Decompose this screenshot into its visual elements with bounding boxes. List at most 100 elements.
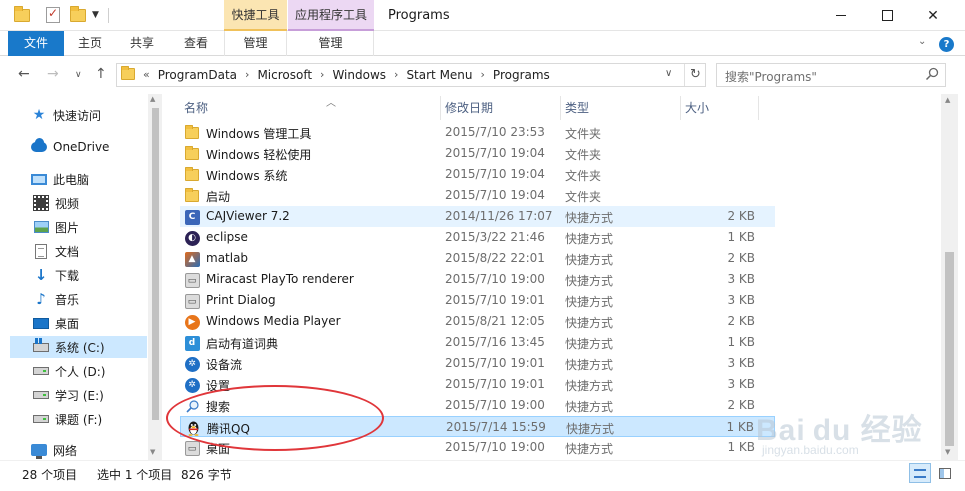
large-icons-view-button[interactable]	[933, 463, 955, 483]
file-date: 2015/3/22 21:46	[445, 230, 545, 244]
breadcrumb-item[interactable]: Start Menu	[406, 68, 472, 82]
tab-manage-app[interactable]: 管理	[288, 31, 374, 56]
table-row[interactable]: 搜索 2015/7/10 19:00 快捷方式 2 KB	[180, 395, 775, 416]
refresh-button[interactable]: ↻	[684, 64, 706, 86]
sidebar-item-downloads[interactable]: ↓ 下载	[10, 264, 147, 286]
sidebar-item-desktop[interactable]: 桌面	[10, 312, 147, 334]
refresh-icon: ↻	[690, 67, 701, 82]
folder-icon[interactable]	[14, 5, 30, 24]
sidebar-item-label: 视频	[55, 196, 80, 211]
table-row[interactable]: ▲ matlab 2015/8/22 22:01 快捷方式 2 KB	[180, 248, 775, 269]
sidebar-item-drive-d[interactable]: 个人 (D:)	[10, 360, 147, 382]
scroll-up-icon[interactable]: ▲	[150, 95, 155, 103]
maximize-icon	[881, 10, 893, 21]
help-icon[interactable]: ?	[939, 37, 954, 52]
sidebar-item-network[interactable]: 网络	[10, 439, 147, 461]
tab-view[interactable]: 查看	[170, 31, 222, 56]
address-bar[interactable]: « ProgramData › Microsoft › Windows › St…	[116, 63, 706, 87]
table-row[interactable]: Windows 系统 2015/7/10 19:04 文件夹	[180, 164, 775, 185]
breadcrumb-separator[interactable]: ›	[320, 68, 324, 82]
column-divider[interactable]	[560, 96, 561, 120]
address-history-dropdown-icon[interactable]: ∨	[665, 68, 672, 79]
file-list-scrollbar-thumb[interactable]	[945, 252, 954, 446]
close-button[interactable]: ✕	[910, 0, 956, 31]
breadcrumb-separator[interactable]: ›	[394, 68, 398, 82]
sidebar-item-drive-f[interactable]: 课题 (F:)	[10, 408, 147, 430]
sidebar-item-onedrive[interactable]: OneDrive	[10, 136, 147, 158]
gear-icon: ✲	[184, 356, 200, 372]
gear-icon: ✲	[184, 377, 200, 393]
sidebar-item-drive-c[interactable]: 系统 (C:)	[10, 336, 147, 358]
sidebar-scrollbar-thumb[interactable]	[152, 108, 159, 420]
arrow-right-icon: →	[47, 66, 59, 82]
new-folder-icon[interactable]	[70, 5, 86, 24]
tab-file[interactable]: 文件	[8, 31, 64, 56]
sidebar-item-label: 学习 (E:)	[55, 388, 104, 403]
breadcrumb-item[interactable]: Programs	[493, 68, 550, 82]
breadcrumb-separator[interactable]: ›	[481, 68, 485, 82]
computer-icon	[28, 173, 50, 185]
properties-icon[interactable]	[46, 6, 60, 24]
column-divider[interactable]	[758, 96, 759, 120]
maximize-button[interactable]	[864, 0, 910, 31]
sidebar-item-pictures[interactable]: 图片	[10, 216, 147, 238]
sidebar-item-label: 图片	[55, 220, 80, 235]
table-row[interactable]: ▭ 桌面 2015/7/10 19:00 快捷方式 1 KB	[180, 437, 775, 458]
address-row: ← → ∨ ↑ « ProgramData › Microsoft › Wind…	[0, 57, 965, 94]
arrow-up-icon: ↑	[95, 66, 107, 82]
sidebar-item-this-pc[interactable]: 此电脑	[10, 168, 147, 190]
quick-access-dropdown-icon[interactable]: ▼	[92, 6, 99, 24]
file-type: 快捷方式	[565, 211, 614, 225]
drive-icon	[30, 367, 52, 375]
table-row[interactable]: ✲ 设置 2015/7/10 19:01 快捷方式 3 KB	[180, 374, 775, 395]
breadcrumb-item[interactable]: ProgramData	[158, 68, 237, 82]
sidebar-item-documents[interactable]: 文档	[10, 240, 147, 262]
file-name: 桌面	[206, 442, 231, 456]
breadcrumb-overflow[interactable]: «	[143, 68, 150, 82]
sidebar-item-quick-access[interactable]: ★ 快速访问	[10, 104, 147, 126]
sidebar-item-music[interactable]: ♪ 音乐	[10, 288, 147, 310]
back-button[interactable]: ←	[18, 66, 30, 82]
scroll-down-icon[interactable]: ▼	[945, 448, 950, 456]
column-header-name[interactable]: ︿ 名称	[184, 96, 440, 120]
breadcrumb-item[interactable]: Microsoft	[257, 68, 312, 82]
details-view-button[interactable]	[909, 463, 931, 483]
tab-home[interactable]: 主页	[66, 31, 114, 56]
table-row[interactable]: d 启动有道词典 2015/7/16 13:45 快捷方式 1 KB	[180, 332, 775, 353]
expand-ribbon-icon[interactable]: ⌄	[918, 36, 926, 47]
column-header-size[interactable]: 大小	[685, 96, 755, 120]
table-row[interactable]: C CAJViewer 7.2 2014/11/26 17:07 快捷方式 2 …	[180, 206, 775, 227]
column-header-date[interactable]: 修改日期	[445, 96, 557, 120]
table-row[interactable]: 腾讯QQ 2015/7/14 15:59 快捷方式 1 KB	[180, 416, 775, 437]
column-divider[interactable]	[680, 96, 681, 120]
table-row[interactable]: ◐ eclipse 2015/3/22 21:46 快捷方式 1 KB	[180, 227, 775, 248]
column-header-type[interactable]: 类型	[565, 96, 677, 120]
breadcrumb-item[interactable]: Windows	[332, 68, 386, 82]
minimize-button[interactable]	[818, 0, 864, 31]
table-row[interactable]: ▭ Print Dialog 2015/7/10 19:01 快捷方式 3 KB	[180, 290, 775, 311]
sidebar-item-drive-e[interactable]: 学习 (E:)	[10, 384, 147, 406]
table-row[interactable]: 启动 2015/7/10 19:04 文件夹	[180, 185, 775, 206]
recent-locations-button[interactable]: ∨	[75, 70, 82, 80]
table-row[interactable]: ▶ Windows Media Player 2015/8/21 12:05 快…	[180, 311, 775, 332]
file-type: 文件夹	[565, 190, 602, 204]
column-divider[interactable]	[440, 96, 441, 120]
cajviewer-icon: C	[184, 209, 200, 225]
tab-share[interactable]: 共享	[118, 31, 166, 56]
up-button[interactable]: ↑	[95, 66, 107, 82]
scroll-down-icon[interactable]: ▼	[150, 448, 155, 456]
table-row[interactable]: Windows 管理工具 2015/7/10 23:53 文件夹	[180, 122, 775, 143]
table-row[interactable]: ✲ 设备流 2015/7/10 19:01 快捷方式 3 KB	[180, 353, 775, 374]
breadcrumb-separator[interactable]: ›	[245, 68, 249, 82]
scroll-up-icon[interactable]: ▲	[945, 96, 950, 104]
search-input[interactable]: 搜索"Programs"	[716, 63, 946, 87]
table-row[interactable]: Windows 轻松使用 2015/7/10 19:04 文件夹	[180, 143, 775, 164]
search-icon[interactable]	[925, 67, 939, 81]
table-row[interactable]: ▭ Miracast PlayTo renderer 2015/7/10 19:…	[180, 269, 775, 290]
search-icon	[184, 398, 200, 414]
tab-manage-shortcut[interactable]: 管理	[224, 31, 287, 56]
media-player-icon: ▶	[184, 314, 200, 330]
file-type: 快捷方式	[565, 295, 614, 309]
forward-button[interactable]: →	[47, 66, 59, 82]
sidebar-item-videos[interactable]: 视频	[10, 192, 147, 214]
